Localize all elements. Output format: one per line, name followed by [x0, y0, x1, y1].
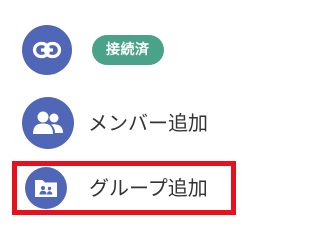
add-member-item[interactable]: メンバー追加 [0, 97, 276, 149]
link-icon [22, 25, 72, 75]
group-folder-icon [25, 167, 67, 209]
add-group-label: グループ追加 [89, 176, 208, 200]
people-icon [22, 97, 74, 149]
status-badge: 接続済 [92, 35, 164, 65]
add-member-label: メンバー追加 [88, 111, 208, 135]
connection-item[interactable]: 接続済 [0, 25, 276, 75]
side-menu: 接続済 メンバー追加 グループ追加 [0, 0, 276, 251]
add-group-item[interactable]: グループ追加 [12, 161, 236, 215]
